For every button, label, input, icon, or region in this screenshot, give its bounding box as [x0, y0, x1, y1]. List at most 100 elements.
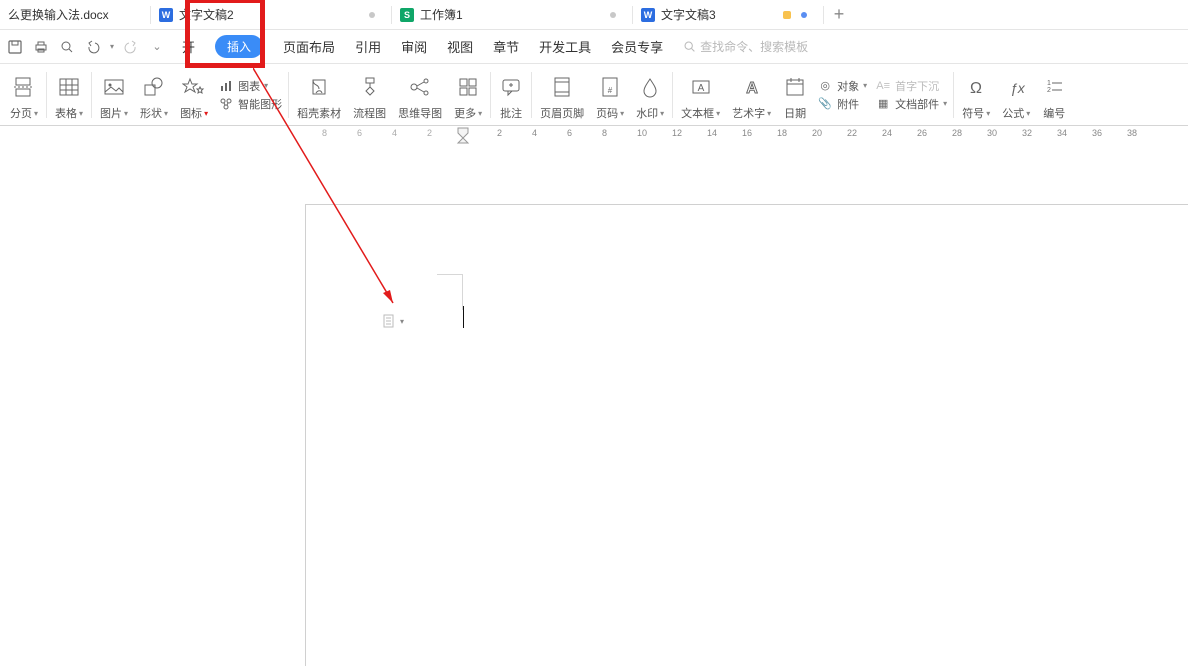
equation-icon: ƒx	[1004, 73, 1028, 101]
quickparts-button[interactable]: ▦文档部件▾	[875, 96, 947, 112]
save-icon[interactable]	[6, 38, 24, 56]
word-file-icon: W	[641, 8, 655, 22]
page-left-edge	[305, 204, 306, 666]
dropdown-icon: ▾	[660, 109, 664, 118]
watermark-button[interactable]: 水印▾	[630, 64, 670, 125]
table-icon	[57, 73, 81, 101]
docer-button[interactable]: 稻壳素材	[291, 64, 347, 125]
menu-insert[interactable]: 插入	[215, 35, 263, 58]
tab-label: 工作簿1	[420, 6, 463, 23]
section-navigator-button[interactable]: ▾	[382, 314, 404, 328]
menu-references[interactable]: 引用	[355, 37, 381, 56]
doc-tab-1[interactable]: 么更换输入法.docx	[0, 0, 150, 29]
tab-active-dot-icon	[801, 12, 807, 18]
menu-page-layout[interactable]: 页面布局	[283, 37, 335, 56]
docer-icon	[307, 73, 331, 101]
dropdown-icon: ▾	[34, 109, 38, 118]
menu-view[interactable]: 视图	[447, 37, 473, 56]
table-button[interactable]: 表格▾	[49, 64, 89, 125]
more-button[interactable]: 更多▾	[448, 64, 488, 125]
date-button[interactable]: 日期	[777, 64, 813, 125]
tab-label: 么更换输入法.docx	[8, 6, 109, 23]
menu-member[interactable]: 会员专享	[611, 37, 663, 56]
smartart-icon	[218, 96, 234, 112]
print-icon[interactable]	[32, 38, 50, 56]
svg-text:Ω: Ω	[970, 80, 982, 97]
textbox-button[interactable]: A 文本框▾	[675, 64, 726, 125]
wordart-icon: A	[740, 73, 764, 101]
symbol-button[interactable]: Ω 符号▾	[956, 64, 996, 125]
wordart-button[interactable]: A 艺术字▾	[726, 64, 777, 125]
command-search[interactable]: 查找命令、搜索模板	[683, 38, 808, 55]
document-icon	[382, 314, 396, 328]
chart-button[interactable]: 图表▾	[218, 78, 282, 94]
dropdown-icon: ▾	[620, 109, 624, 118]
dropdown-icon: ▾	[943, 99, 947, 108]
main-menu: 开 插入 页面布局 引用 审阅 视图 章节 开发工具 会员专享	[182, 35, 663, 58]
icons-icon	[182, 73, 206, 101]
doc-tab-3[interactable]: S 工作簿1	[392, 0, 632, 29]
tab-label: 文字文稿2	[179, 6, 234, 23]
smartart-button[interactable]: 智能图形	[218, 96, 282, 112]
symbol-icon: Ω	[964, 73, 988, 101]
dropdown-icon: ▾	[986, 109, 990, 118]
shapes-button[interactable]: 形状▾	[134, 64, 174, 125]
ribbon-separator	[531, 72, 532, 118]
flowchart-button[interactable]: 流程图	[347, 64, 392, 125]
menu-bar: ▾ ⌄ 开 插入 页面布局 引用 审阅 视图 章节 开发工具 会员专享 查找命令…	[0, 30, 1188, 64]
picture-button[interactable]: 图片▾	[94, 64, 134, 125]
object-button[interactable]: ◎对象▾	[817, 78, 867, 94]
menu-review[interactable]: 审阅	[401, 37, 427, 56]
word-file-icon: W	[159, 8, 173, 22]
more-icon	[456, 73, 480, 101]
comment-icon	[499, 73, 523, 101]
dropcap-icon: A≡	[875, 78, 891, 94]
doc-tab-2[interactable]: W 文字文稿2	[151, 0, 391, 29]
svg-text:A: A	[746, 80, 758, 97]
redo-icon[interactable]	[122, 38, 140, 56]
menu-home[interactable]: 开	[182, 37, 195, 56]
page-break-button[interactable]: 分页▾	[4, 64, 44, 125]
undo-icon[interactable]	[84, 38, 102, 56]
page-number-button[interactable]: # 页码▾	[590, 64, 630, 125]
attachment-button[interactable]: 📎附件	[817, 96, 867, 112]
dropdown-icon: ▾	[1026, 109, 1030, 118]
flowchart-icon	[358, 73, 382, 101]
ribbon-separator	[953, 72, 954, 118]
attach-icon: 📎	[817, 96, 833, 112]
svg-text:1: 1	[1047, 80, 1051, 87]
print-preview-icon[interactable]	[58, 38, 76, 56]
doc-tab-4[interactable]: W 文字文稿3	[633, 0, 823, 29]
qat-more-icon[interactable]: ⌄	[148, 38, 166, 56]
document-tabs-bar: 么更换输入法.docx W 文字文稿2 S 工作簿1 W 文字文稿3 +	[0, 0, 1188, 30]
date-icon	[783, 73, 807, 101]
ruler-indent-marker[interactable]	[456, 126, 470, 144]
search-icon	[683, 40, 696, 53]
dropdown-icon: ▾	[79, 109, 83, 118]
icons-button[interactable]: 图标▾	[174, 64, 214, 125]
ribbon-separator	[288, 72, 289, 118]
dropdown-icon: ▾	[164, 109, 168, 118]
equation-button[interactable]: ƒx 公式▾	[996, 64, 1036, 125]
shapes-icon	[142, 73, 166, 101]
modified-dot-icon	[369, 12, 375, 18]
comment-button[interactable]: 批注	[493, 64, 529, 125]
dropdown-icon: ▾	[124, 109, 128, 118]
dropcap-button[interactable]: A≡首字下沉	[875, 78, 947, 94]
margin-guide	[437, 274, 463, 275]
numbering-button[interactable]: 12 编号	[1036, 64, 1072, 125]
watermark-icon	[638, 73, 662, 101]
undo-dropdown-icon[interactable]: ▾	[110, 42, 114, 51]
menu-dev-tools[interactable]: 开发工具	[539, 37, 591, 56]
object-attachment-group: ◎对象▾ 📎附件	[813, 64, 871, 125]
header-footer-button[interactable]: 页眉页脚	[534, 64, 590, 125]
new-tab-button[interactable]: +	[824, 4, 854, 25]
document-editing-area[interactable]: ▾	[0, 146, 1188, 666]
menu-chapter[interactable]: 章节	[493, 37, 519, 56]
svg-text:A: A	[697, 83, 704, 94]
horizontal-ruler[interactable]: 8 6 4 2 2 4 6 8 10 12 14 16 18 20 22 24 …	[0, 126, 1188, 146]
mindmap-button[interactable]: 思维导图	[392, 64, 448, 125]
tab-status-icon	[783, 11, 791, 19]
picture-icon	[102, 73, 126, 101]
text-cursor	[463, 306, 464, 328]
